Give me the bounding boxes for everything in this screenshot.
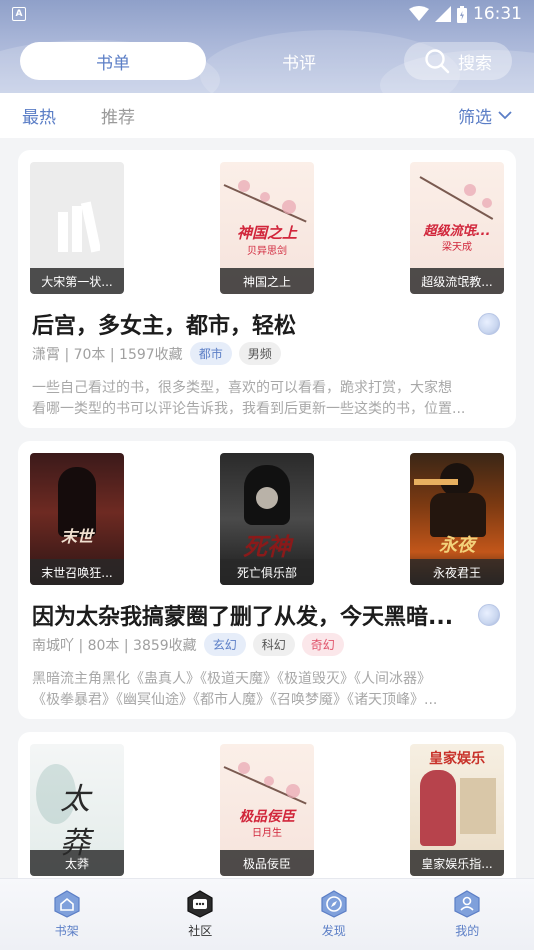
search-icon <box>425 49 450 74</box>
book-cover[interactable]: 神国之上 贝异思剑 神国之上 <box>220 162 314 294</box>
cover-row: 大宋第一状... 神国之上 贝异思剑 神国之上 超级流氓... 梁天成 超级流氓… <box>30 162 504 294</box>
battery-icon <box>457 5 467 23</box>
search-label: 搜索 <box>458 53 492 74</box>
cover-author: 贝异思剑 <box>247 246 287 257</box>
tag-badge[interactable]: 都市 <box>189 342 232 365</box>
cover-row: 末世 末世召唤狂... 死神 死亡俱乐部 永夜 永夜君王 <box>30 453 504 585</box>
sort-hot[interactable]: 最热 <box>22 103 56 128</box>
nav-discover[interactable]: 发现 <box>267 879 401 950</box>
cover-caption: 大宋第一状... <box>30 268 124 294</box>
book-cover[interactable]: 末世 末世召唤狂... <box>30 453 124 585</box>
cover-caption: 太莽 <box>30 850 124 876</box>
description-line: 黑暗流主角黑化《蛊真人》《极道天魔》《极道毁灭》《人间冰器》 <box>32 671 431 687</box>
meta-text: 潇霄 | 70本 | 1597收藏 <box>32 346 183 363</box>
nav-bookshelf[interactable]: 书架 <box>0 879 134 950</box>
clock: 16:31 <box>473 4 522 24</box>
cover-caption: 末世召唤狂... <box>30 559 124 585</box>
book-cover[interactable]: 极品佞臣 日月生 极品佞臣 <box>220 744 314 876</box>
search-button[interactable]: 搜索 <box>404 42 512 80</box>
cover-title: 极品佞臣 <box>239 809 295 825</box>
filter-button[interactable]: 筛选 <box>458 103 512 128</box>
tab-booklist[interactable]: 书单 <box>20 42 206 80</box>
medal-icon <box>478 604 500 626</box>
booklist-meta: 南城吖 | 80本 | 3859收藏 玄幻 科幻 奇幻 <box>32 633 344 656</box>
book-cover[interactable]: 超级流氓... 梁天成 超级流氓教... <box>410 162 504 294</box>
book-cover[interactable]: 死神 死亡俱乐部 <box>220 453 314 585</box>
tab-review[interactable]: 书评 <box>206 42 392 80</box>
booklist-description: 黑暗流主角黑化《蛊真人》《极道天魔》《极道毁灭》《人间冰器》 《极拳暴君》《幽冥… <box>32 669 502 711</box>
nav-label: 我的 <box>455 924 480 938</box>
signal-icon <box>435 6 451 22</box>
meta-text: 南城吖 | 80本 | 3859收藏 <box>32 637 197 654</box>
tag-badge[interactable]: 男频 <box>238 342 281 365</box>
cover-author: 梁天成 <box>442 242 472 253</box>
nav-label: 书架 <box>54 924 79 938</box>
nav-mine[interactable]: 我的 <box>401 879 534 950</box>
top-tabs: 书单 书评 搜索 <box>20 42 512 80</box>
description-line: 一些自己看过的书，很多类型，喜欢的可以看看，跪求打赏，大家想 <box>32 380 452 396</box>
cover-caption: 皇家娱乐指... <box>410 850 504 876</box>
booklist-title: 后宫，多女主，都市，轻松 <box>32 314 297 339</box>
booklist-description: 一些自己看过的书，很多类型，喜欢的可以看看，跪求打赏，大家想 看哪一类型的书可以… <box>32 378 502 420</box>
compass-icon <box>321 890 347 918</box>
tag-badge[interactable]: 科幻 <box>252 633 295 656</box>
book-cover[interactable]: 永夜 永夜君王 <box>410 453 504 585</box>
cover-author: 日月生 <box>252 828 282 839</box>
booklist-meta: 潇霄 | 70本 | 1597收藏 都市 男频 <box>32 342 281 365</box>
cover-caption: 超级流氓教... <box>410 268 504 294</box>
cover-caption: 永夜君王 <box>410 559 504 585</box>
cover-title: 超级流氓... <box>423 224 491 239</box>
description-line: 《极拳暴君》《幽冥仙途》《都市人魔》《召唤梦魇》《诸天顶峰》... <box>32 692 438 708</box>
booklist-title: 因为太杂我搞蒙圈了删了从发，今天黑暗... <box>32 605 454 630</box>
tag-badge[interactable]: 玄幻 <box>203 633 246 656</box>
nav-label: 发现 <box>321 924 346 938</box>
status-bar: A 16:31 <box>0 0 534 28</box>
booklist-card[interactable]: 大宋第一状... 神国之上 贝异思剑 神国之上 超级流氓... 梁天成 超级流氓… <box>18 150 516 428</box>
nav-label: 社区 <box>188 924 213 938</box>
nav-community[interactable]: 社区 <box>134 879 268 950</box>
filter-label: 筛选 <box>458 108 492 128</box>
user-icon <box>454 890 480 918</box>
sort-bar: 最热 推荐 筛选 <box>0 93 534 138</box>
book-cover[interactable]: 太莽 太莽 <box>30 744 124 876</box>
sort-recommend[interactable]: 推荐 <box>101 103 135 128</box>
description-line: 看哪一类型的书可以评论告诉我，我看到后更新一些这类的书，位置... <box>32 401 466 417</box>
cover-title: 神国之上 <box>236 224 297 242</box>
chevron-down-icon <box>498 111 512 120</box>
booklist-scroll[interactable]: 大宋第一状... 神国之上 贝异思剑 神国之上 超级流氓... 梁天成 超级流氓… <box>0 138 534 878</box>
cover-caption: 极品佞臣 <box>220 850 314 876</box>
cover-title: 皇家娱乐 <box>429 751 485 767</box>
tag-badge[interactable]: 奇幻 <box>301 633 344 656</box>
home-icon <box>54 890 80 918</box>
book-cover[interactable]: 皇家娱乐 皇家娱乐指... <box>410 744 504 876</box>
booklist-card[interactable]: 太莽 太莽 极品佞臣 日月生 极品佞臣 皇家娱乐 皇家娱乐指... <box>18 732 516 878</box>
cover-caption: 神国之上 <box>220 268 314 294</box>
cover-row: 太莽 太莽 极品佞臣 日月生 极品佞臣 皇家娱乐 皇家娱乐指... <box>30 744 504 876</box>
notification-app-icon: A <box>12 7 26 21</box>
cover-caption: 死亡俱乐部 <box>220 559 314 585</box>
cover-title: 太莽 <box>60 782 90 861</box>
book-placeholder-icon <box>58 201 100 253</box>
bottom-navigation: 书架 社区 发现 我的 <box>0 878 534 950</box>
chat-bubble-icon <box>187 890 213 918</box>
booklist-card[interactable]: 末世 末世召唤狂... 死神 死亡俱乐部 永夜 永夜君王 因为太杂我搞蒙圈了删了… <box>18 441 516 719</box>
medal-icon <box>478 313 500 335</box>
book-cover[interactable]: 大宋第一状... <box>30 162 124 294</box>
wifi-icon <box>409 6 429 21</box>
